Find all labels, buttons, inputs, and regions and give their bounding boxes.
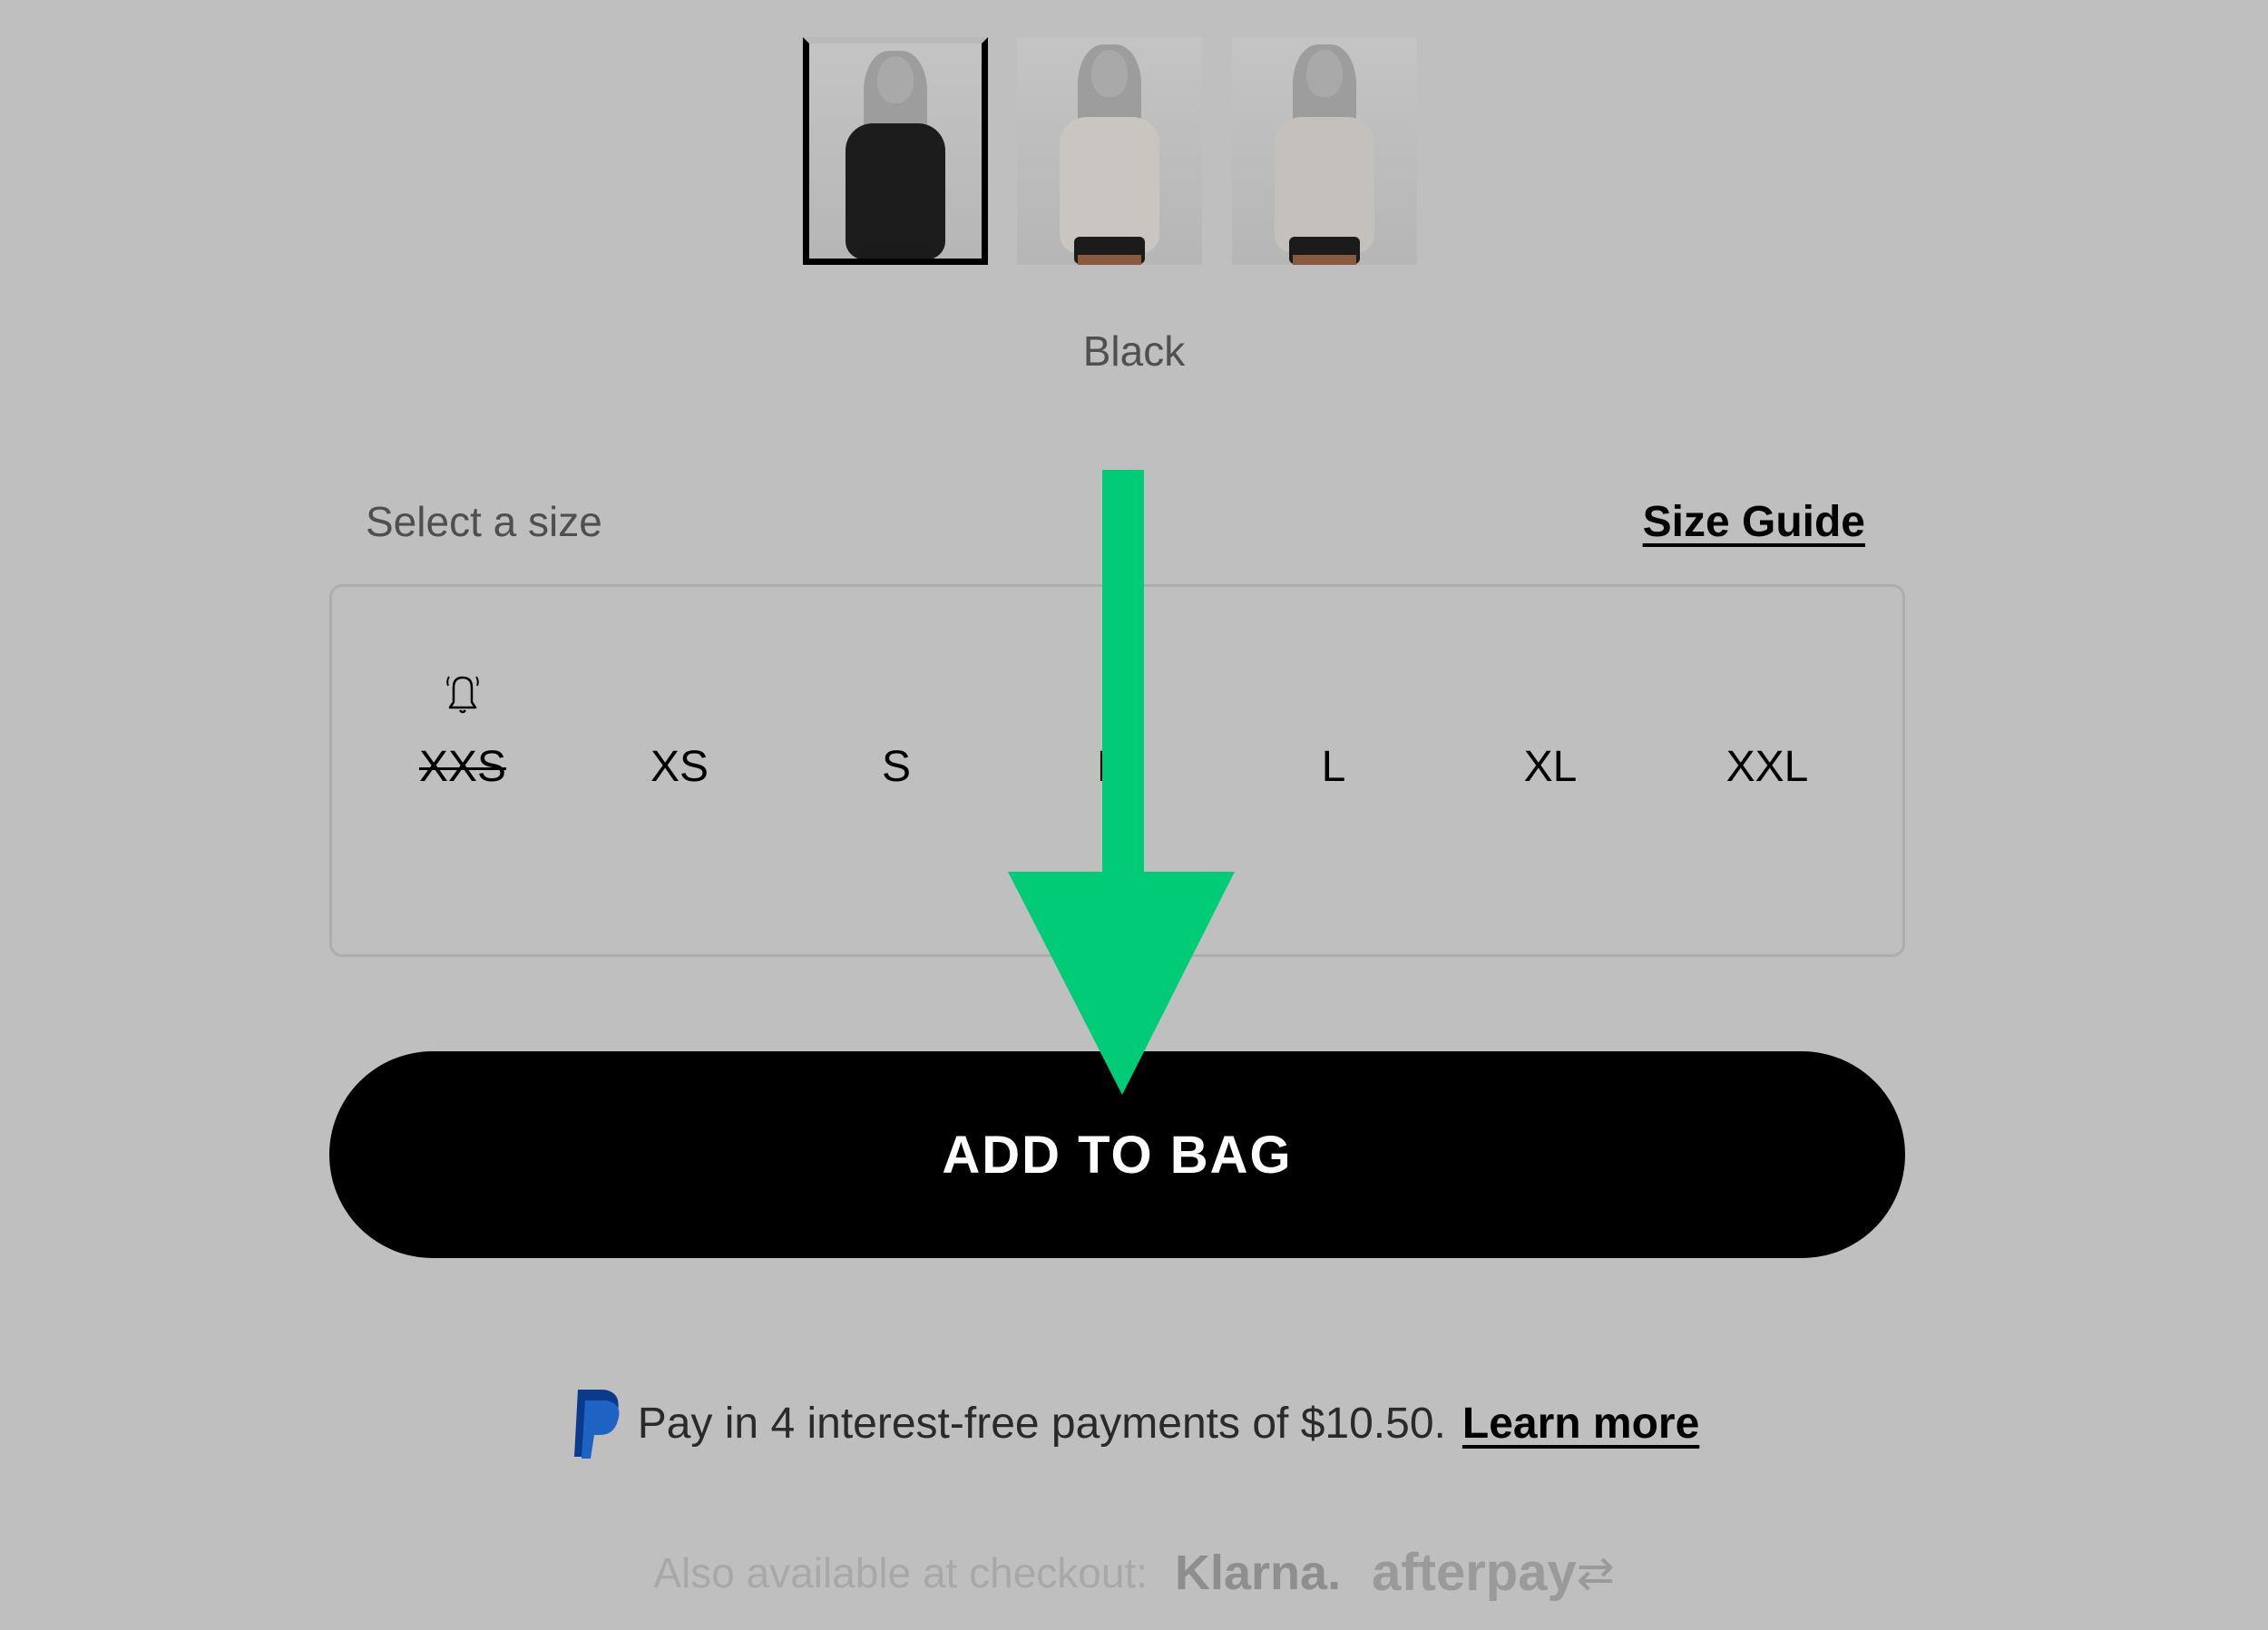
afterpay-icon: ⇄: [1576, 1547, 1615, 1598]
size-option-xxs[interactable]: XXS: [390, 742, 535, 792]
selected-color-name: Black: [1082, 327, 1186, 375]
size-option-xxl[interactable]: XXL: [1695, 742, 1840, 792]
learn-more-link[interactable]: Learn more: [1462, 1399, 1699, 1449]
thumbnail-light-grey[interactable]: [1017, 37, 1202, 265]
klarna-logo: Klarna.: [1175, 1545, 1342, 1600]
select-size-label: Select a size: [366, 498, 602, 545]
paypal-icon: [573, 1390, 620, 1459]
thumbnail-black[interactable]: [803, 37, 988, 265]
size-option-l[interactable]: L: [1261, 742, 1406, 792]
bell-icon[interactable]: [444, 671, 482, 717]
also-available-label: Also available at checkout:: [653, 1548, 1148, 1596]
thumbnail-light-grey-alt[interactable]: [1232, 37, 1417, 265]
also-available-row: Also available at checkout: Klarna. afte…: [0, 1542, 2268, 1603]
size-option-xl[interactable]: XL: [1478, 742, 1623, 792]
add-to-bag-button[interactable]: ADD TO BAG: [329, 1051, 1905, 1258]
paypal-pay-in-4: Pay in 4 interest-free payments of $10.5…: [0, 1386, 2268, 1460]
size-guide-link[interactable]: Size Guide: [1643, 497, 1865, 547]
size-option-xs[interactable]: XS: [607, 742, 752, 792]
size-option-m[interactable]: M: [1042, 742, 1188, 792]
size-option-s[interactable]: S: [824, 742, 969, 792]
afterpay-logo: afterpay: [1372, 1543, 1577, 1602]
paypal-text: Pay in 4 interest-free payments of $10.5…: [637, 1399, 1446, 1448]
